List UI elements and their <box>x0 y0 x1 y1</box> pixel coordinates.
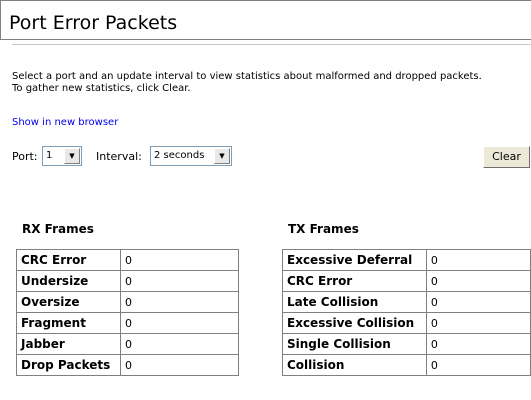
tx-crc-error-value: 0 <box>425 270 531 292</box>
table-row: Excessive Deferral 0 <box>282 249 531 271</box>
port-select-value: 1 <box>46 150 53 161</box>
rx-crc-error-label: CRC Error <box>16 249 121 271</box>
chevron-down-icon[interactable]: ▼ <box>214 148 230 164</box>
tx-collision-label: Collision <box>282 354 427 376</box>
rx-jabber-label: Jabber <box>16 333 121 355</box>
interval-select[interactable]: 2 seconds ▼ <box>150 146 232 166</box>
port-select[interactable]: 1 ▼ <box>42 146 82 166</box>
description-line-1: Select a port and an update interval to … <box>12 71 482 82</box>
tx-late-collision-label: Late Collision <box>282 291 427 313</box>
tx-excessive-collision-label: Excessive Collision <box>282 312 427 334</box>
rx-jabber-value: 0 <box>120 333 239 355</box>
rx-drop-packets-label: Drop Packets <box>16 354 121 376</box>
tx-late-collision-value: 0 <box>425 291 531 313</box>
interval-label: Interval: <box>96 150 142 163</box>
tx-frames-heading: TX Frames <box>288 222 359 236</box>
table-row: Single Collision 0 <box>282 333 531 355</box>
table-row: Jabber 0 <box>16 333 239 355</box>
clear-button[interactable]: Clear <box>483 146 530 168</box>
table-row: Late Collision 0 <box>282 291 531 313</box>
tx-crc-error-label: CRC Error <box>282 270 427 292</box>
tx-frames-table: Excessive Deferral 0 CRC Error 0 Late Co… <box>282 249 531 376</box>
rx-frames-table: CRC Error 0 Undersize 0 Oversize 0 Fragm… <box>16 249 239 376</box>
tx-excessive-deferral-label: Excessive Deferral <box>282 249 427 271</box>
rx-fragment-value: 0 <box>120 312 239 334</box>
chevron-down-icon[interactable]: ▼ <box>64 148 80 164</box>
title-bar: Port Error Packets <box>0 0 531 40</box>
rx-oversize-value: 0 <box>120 291 239 313</box>
rx-frames-heading: RX Frames <box>22 222 94 236</box>
port-label: Port: <box>12 150 38 163</box>
show-in-new-browser-link[interactable]: Show in new browser <box>12 117 118 129</box>
rx-undersize-label: Undersize <box>16 270 121 292</box>
page-title: Port Error Packets <box>9 12 178 34</box>
table-row: Fragment 0 <box>16 312 239 334</box>
table-row: Drop Packets 0 <box>16 354 239 376</box>
table-row: CRC Error 0 <box>16 249 239 271</box>
description-line-2: To gather new statistics, click Clear. <box>12 83 191 94</box>
tx-single-collision-value: 0 <box>425 333 531 355</box>
table-row: CRC Error 0 <box>282 270 531 292</box>
table-row: Excessive Collision 0 <box>282 312 531 334</box>
rx-oversize-label: Oversize <box>16 291 121 313</box>
rx-drop-packets-value: 0 <box>120 354 239 376</box>
title-divider <box>12 44 531 45</box>
tx-collision-value: 0 <box>425 354 531 376</box>
tx-excessive-collision-value: 0 <box>425 312 531 334</box>
rx-crc-error-value: 0 <box>120 249 239 271</box>
table-row: Collision 0 <box>282 354 531 376</box>
tx-single-collision-label: Single Collision <box>282 333 427 355</box>
table-row: Oversize 0 <box>16 291 239 313</box>
tx-excessive-deferral-value: 0 <box>425 249 531 271</box>
rx-undersize-value: 0 <box>120 270 239 292</box>
interval-select-value: 2 seconds <box>154 150 205 161</box>
rx-fragment-label: Fragment <box>16 312 121 334</box>
table-row: Undersize 0 <box>16 270 239 292</box>
